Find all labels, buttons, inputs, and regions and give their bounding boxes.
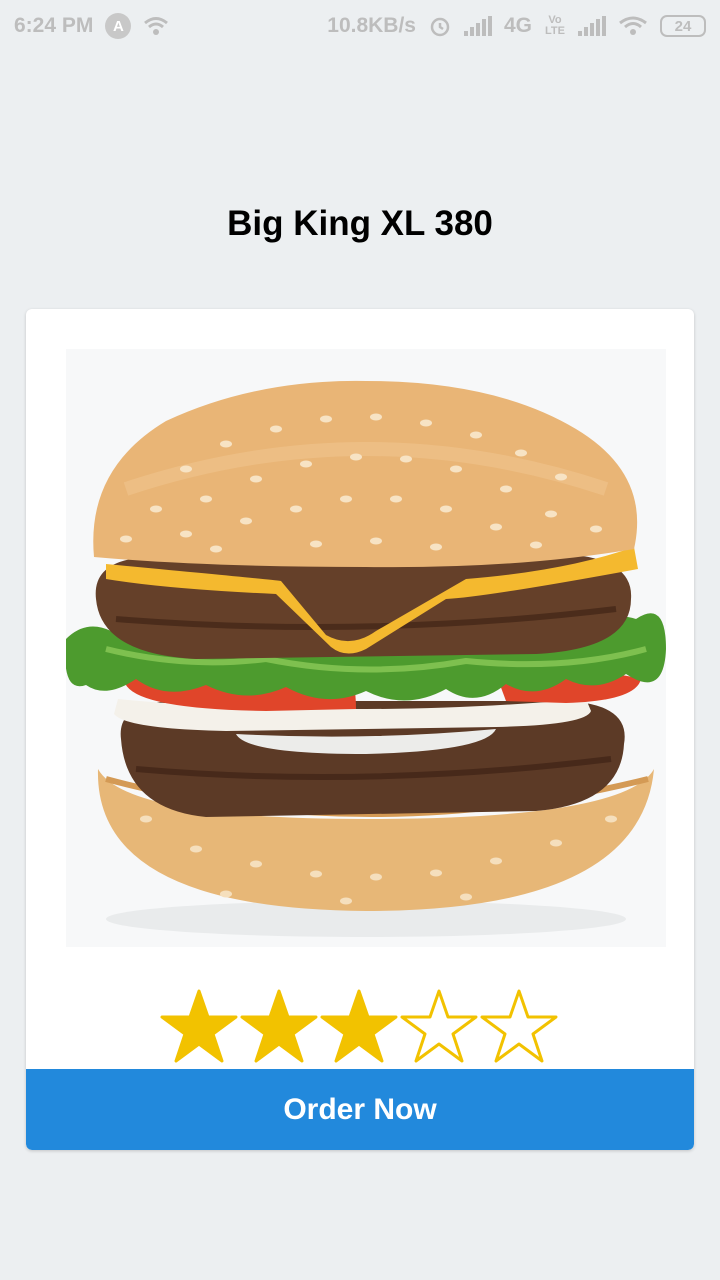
status-bar: 6:24 PM A 10.8KB/s 4G Vo LTE 24 [0, 0, 720, 52]
signal-icon [463, 16, 492, 36]
battery-icon: 24 [660, 15, 706, 37]
order-now-button[interactable]: Order Now [26, 1069, 694, 1150]
product-card: Order Now [26, 309, 694, 1150]
star-filled-icon[interactable] [239, 987, 319, 1067]
star-empty-icon[interactable] [399, 987, 479, 1067]
star-rating[interactable] [159, 987, 559, 1067]
signal-2-icon [578, 16, 606, 36]
volte-label: Vo LTE [545, 14, 565, 37]
star-empty-icon[interactable] [479, 987, 559, 1067]
wifi-icon [144, 17, 169, 35]
status-time: 6:24 PM [14, 14, 94, 37]
burger-image [66, 349, 666, 947]
network-speed: 10.8KB/s [327, 14, 416, 37]
status-right: 10.8KB/s 4G Vo LTE 24 [327, 14, 706, 38]
network-type: 4G [503, 14, 532, 37]
wifi-2-icon [619, 16, 647, 35]
status-left: 6:24 PM A [14, 13, 169, 39]
alarm-icon [430, 17, 450, 37]
app-badge-icon: A [105, 13, 132, 39]
star-filled-icon[interactable] [319, 987, 399, 1067]
star-filled-icon[interactable] [159, 987, 239, 1067]
page-title: Big King XL 380 [227, 204, 493, 243]
